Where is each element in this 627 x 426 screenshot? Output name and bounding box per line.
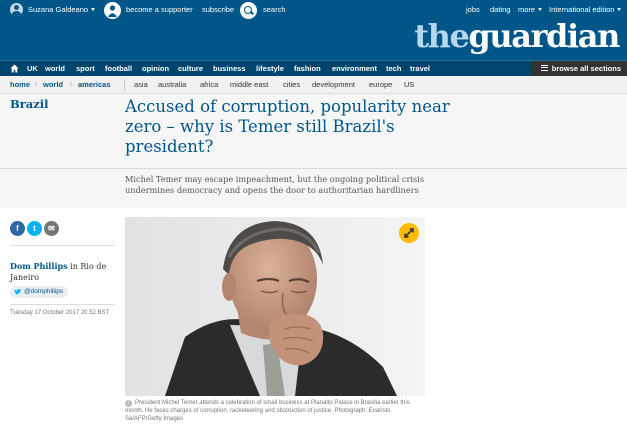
nav-item-fashion[interactable]: fashion — [294, 63, 321, 74]
expand-icon — [404, 228, 414, 238]
nav-item-sport[interactable]: sport — [76, 63, 95, 74]
user-avatar-icon[interactable] — [10, 3, 23, 16]
home-icon[interactable] — [10, 64, 19, 73]
dating-link[interactable]: dating — [490, 4, 510, 16]
subscribe-link[interactable]: subscribe — [202, 4, 234, 16]
logo-word: guardian — [468, 17, 620, 55]
browse-label: browse all sections — [551, 64, 621, 73]
nav-item-football[interactable]: football — [105, 63, 132, 74]
chevron-down-icon — [91, 8, 96, 11]
breadcrumb-separator: › — [35, 81, 38, 88]
subsection-cities[interactable]: cities — [283, 80, 300, 90]
subsection-development[interactable]: development — [312, 80, 355, 90]
nav-item-opinion[interactable]: opinion — [142, 63, 169, 74]
breadcrumb-americas[interactable]: americas — [78, 80, 111, 90]
facebook-icon: f — [16, 224, 19, 233]
user-menu[interactable]: Suzana Galdeano — [28, 4, 96, 16]
become-supporter-link[interactable]: become a supporter — [126, 4, 193, 16]
meta-divider — [10, 245, 115, 246]
browse-all-sections-button[interactable]: browse all sections — [530, 61, 627, 76]
user-name: Suzana Galdeano — [28, 5, 89, 14]
logo-prefix: the — [414, 17, 470, 55]
subsection-africa[interactable]: africa — [200, 80, 218, 90]
subsection-europe[interactable]: europe — [369, 80, 392, 90]
nav-item-environment[interactable]: environment — [332, 63, 377, 74]
facebook-share-button[interactable]: f — [10, 221, 25, 236]
subsection-asia[interactable]: asia — [134, 80, 148, 90]
breadcrumb-separator: › — [70, 81, 73, 88]
nav-item-uk[interactable]: UK — [27, 63, 38, 74]
chevron-down-icon — [538, 8, 543, 11]
breadcrumb: home › world › americas asia australia a… — [0, 76, 627, 94]
breadcrumb-world[interactable]: world — [43, 80, 63, 90]
edition-menu[interactable]: International edition — [549, 4, 622, 16]
jobs-link[interactable]: jobs — [466, 4, 480, 16]
more-label: more — [518, 5, 536, 14]
nav-item-lifestyle[interactable]: lifestyle — [256, 63, 284, 74]
twitter-handle-label: @domphillips — [24, 288, 64, 295]
search-icon[interactable] — [240, 2, 257, 19]
info-icon: i — [125, 400, 132, 407]
subsection-us[interactable]: US — [404, 80, 414, 90]
article-headline: Accused of corruption, popularity near z… — [125, 97, 450, 156]
breadcrumb-divider — [124, 79, 125, 91]
nav-item-tech[interactable]: tech — [386, 63, 401, 74]
photo-caption: i President Michel Temer attends a celebr… — [125, 399, 425, 423]
guardian-logo[interactable]: theguardian — [414, 17, 620, 55]
more-menu[interactable]: more — [518, 4, 543, 16]
edition-label: International edition — [549, 5, 615, 14]
nav-item-business[interactable]: business — [213, 63, 246, 74]
author-link[interactable]: Dom Phillips — [10, 261, 68, 271]
main-nav: UK world sport football opinion culture … — [0, 60, 627, 76]
twitter-share-button[interactable]: t — [27, 221, 42, 236]
breadcrumb-home[interactable]: home — [10, 80, 30, 90]
email-share-button[interactable]: ✉ — [44, 221, 59, 236]
nav-item-world[interactable]: world — [45, 63, 65, 74]
menu-icon — [540, 65, 548, 71]
subsection-australia[interactable]: australia — [158, 80, 186, 90]
article-photo — [125, 217, 425, 396]
caption-text: President Michel Temer attends a celebra… — [125, 400, 410, 422]
chevron-down-icon — [617, 8, 622, 11]
nav-item-travel[interactable]: travel — [410, 63, 430, 74]
subsection-middle-east[interactable]: middle east — [230, 80, 268, 90]
twitter-follow-button[interactable]: @domphillips — [10, 286, 69, 298]
search-link[interactable]: search — [263, 4, 286, 16]
publish-date: Tuesday 17 October 2017 20.52 BST — [10, 310, 110, 316]
section-label[interactable]: Brazil — [10, 97, 49, 111]
twitter-bird-icon — [14, 289, 21, 295]
nav-item-culture[interactable]: culture — [178, 63, 203, 74]
meta-divider — [10, 304, 115, 305]
byline: Dom Phillips in Rio de Janeiro — [10, 261, 115, 283]
supporter-icon[interactable] — [104, 2, 121, 19]
article-standfirst: Michel Temer may escape impeachment, but… — [125, 174, 425, 195]
expand-image-button[interactable] — [399, 223, 419, 243]
masthead: Suzana Galdeano become a supporter subsc… — [0, 0, 627, 60]
email-icon: ✉ — [48, 224, 55, 233]
temer-photo-illustration — [125, 217, 425, 396]
twitter-icon: t — [33, 224, 36, 233]
